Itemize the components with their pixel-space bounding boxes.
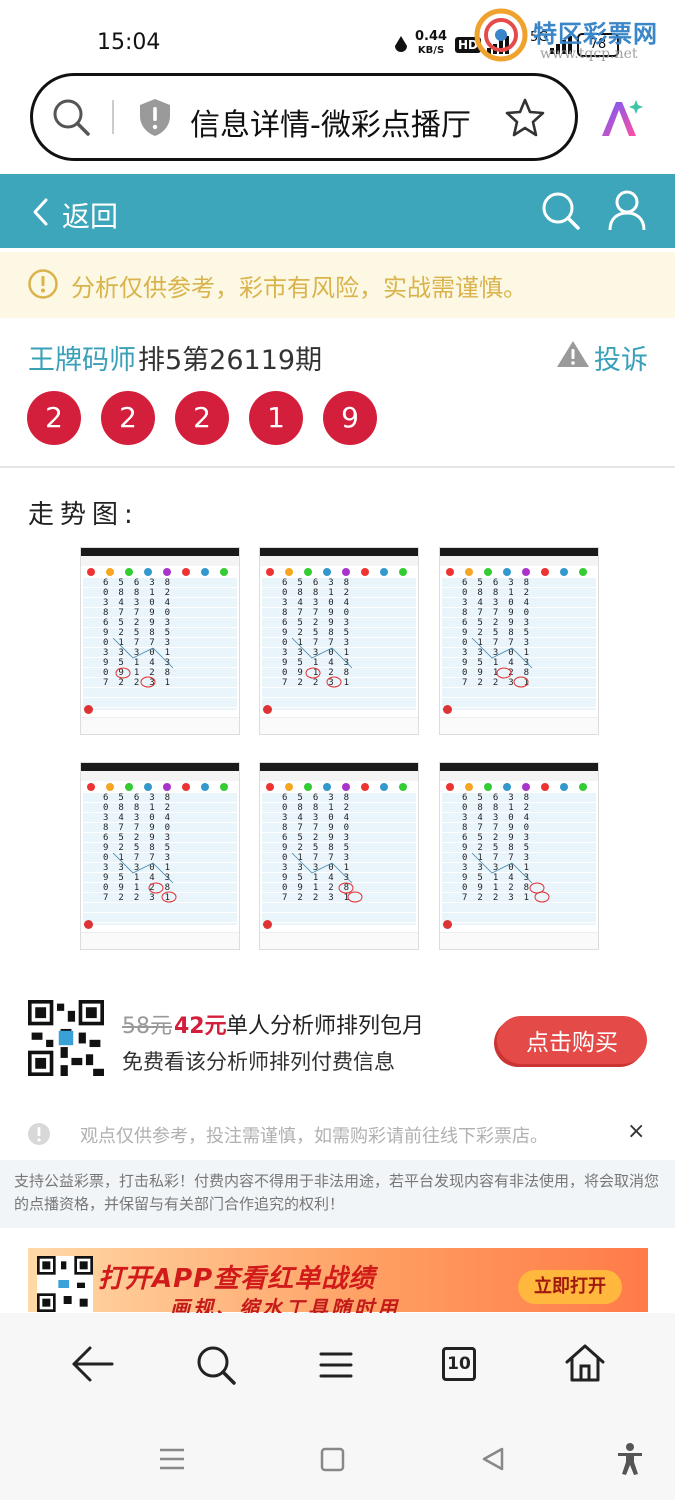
trend-chart-title: 走势图:	[28, 500, 139, 530]
original-price: 58元	[122, 1014, 172, 1039]
watermark-url: www.tqcp.net	[540, 46, 638, 62]
back-button[interactable]: 返回	[62, 195, 118, 235]
period-label: 排5第26119期	[138, 345, 323, 376]
trend-chart-thumbnail[interactable]: 65638 08812 34304 87790 65293 92585 0177…	[439, 547, 599, 735]
header-search-icon[interactable]	[540, 190, 582, 232]
complain-button[interactable]: 投诉	[594, 338, 648, 377]
banner-qr-code-image	[37, 1256, 93, 1312]
bookmark-star-icon[interactable]	[504, 96, 546, 138]
home-icon[interactable]	[563, 1342, 607, 1384]
ai-assistant-icon[interactable]	[598, 96, 644, 140]
info-icon	[28, 269, 58, 299]
promo-title: 单人分析师排列包月	[226, 1014, 425, 1039]
trend-chart-thumbnail[interactable]: 65638 08812 34304 87790 65293 92585 0177…	[80, 547, 240, 735]
analyst-name-link[interactable]: 王牌码师	[28, 338, 136, 377]
banner-title[interactable]: 打开APP查看红单战绩	[98, 1258, 375, 1295]
back-chevron-icon[interactable]	[30, 197, 52, 227]
disclaimer-text: 观点仅供参考，投注需谨慎，如需购彩请前往线下彩票店。	[80, 1126, 548, 1147]
legal-notice-text: 支持公益彩票，打击私彩！付费内容不得用于非法用途，若平台发现内容有非法使用，将会…	[14, 1172, 660, 1213]
page-url-title[interactable]: 信息详情-微彩点播厅	[190, 100, 471, 144]
data-saver-icon	[395, 36, 407, 52]
recents-icon[interactable]	[158, 1446, 186, 1472]
net-speed-unit: KB/S	[417, 45, 445, 56]
trend-chart-thumbnail[interactable]: 65638 08812 34304 87790 65293 92585 0177…	[80, 762, 240, 950]
watermark-brand: 特区彩票网	[533, 20, 658, 48]
watermark-logo-icon	[474, 8, 528, 62]
accessibility-icon[interactable]	[616, 1442, 644, 1476]
system-home-icon[interactable]	[320, 1447, 346, 1473]
promo-subtitle: 免费看该分析师排列付费信息	[122, 1050, 395, 1074]
back-arrow-icon[interactable]	[70, 1344, 116, 1384]
info-icon	[28, 1123, 50, 1145]
trend-chart-thumbnail[interactable]: 65638 08812 34304 87790 65293 92585 0177…	[259, 762, 419, 950]
number-ball: 2	[101, 391, 155, 445]
status-time: 15:04	[97, 30, 161, 55]
url-divider	[112, 100, 114, 134]
number-ball: 1	[249, 391, 303, 445]
tabs-button[interactable]: 10	[442, 1347, 476, 1381]
net-speed: 0.44 KB/S	[415, 30, 447, 58]
close-disclaimer-button[interactable]: ×	[627, 1119, 645, 1144]
qr-code-image	[28, 1000, 104, 1076]
trend-chart-thumbnail[interactable]: 65638 08812 34304 87790 65293 92585 0177…	[439, 762, 599, 950]
search-icon[interactable]	[194, 1343, 238, 1387]
net-speed-value: 0.44	[415, 29, 448, 44]
open-app-button[interactable]: 立即打开	[518, 1270, 622, 1304]
section-divider	[0, 466, 675, 468]
number-ball: 9	[323, 391, 377, 445]
buy-button[interactable]: 点击购买	[497, 1016, 647, 1064]
search-icon[interactable]	[50, 96, 92, 138]
risk-notice: 分析仅供参考，彩市有风险，实战需谨慎。	[71, 274, 527, 302]
user-profile-icon[interactable]	[606, 188, 648, 232]
security-shield-icon[interactable]	[136, 96, 174, 138]
number-ball: 2	[175, 391, 229, 445]
number-ball: 2	[27, 391, 81, 445]
warning-icon[interactable]	[556, 339, 590, 369]
menu-icon[interactable]	[318, 1350, 354, 1380]
trend-chart-thumbnail[interactable]: 65638 08812 34304 87790 65293 92585 0177…	[259, 547, 419, 735]
system-back-icon[interactable]	[480, 1446, 506, 1472]
sale-price: 42元	[174, 1014, 227, 1039]
